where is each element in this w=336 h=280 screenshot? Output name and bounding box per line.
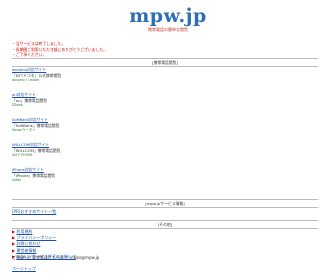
footer-link[interactable]: 利用規約: [16, 229, 32, 234]
site-entry-sub: docomo / i-mode: [12, 78, 39, 82]
site-tagline: 携帯電話の簡単な閲覧: [148, 27, 188, 32]
section-header-mobile: [携帯電話閲覧]: [12, 58, 318, 68]
site-entry-sub: EZweb: [12, 103, 23, 107]
site-entry-sub: Yahoo!ケータイ: [12, 128, 36, 132]
footer-link[interactable]: 運営者情報: [16, 248, 36, 253]
recommend-link[interactable]: [PR]おすすめサイト一覧: [12, 209, 56, 214]
site-entry-sub: AirH" PHONE: [12, 153, 33, 157]
contact-line: ご意見・ご要望等はこちらまで → bbs@mpw.jp: [12, 255, 100, 260]
site-entry: WILLCOM対応サイト 「WILLCOM」携帯電話閲覧 AirH" PHONE: [12, 142, 312, 158]
site-entry: SoftBank対応サイト 「SoftBank」携帯電話閲覧 Yahoo!ケータ…: [12, 117, 312, 133]
link-bullet-icon: ▶: [12, 229, 16, 234]
pagetop-link[interactable]: ページトップ: [12, 266, 36, 271]
link-bullet-icon: ▶: [12, 235, 16, 241]
section-header-others: [その他]: [12, 220, 318, 230]
notice-block: ・当サービスは終了しました。 ・長期間ご利用いただき誠にありがとうございました。…: [12, 41, 312, 58]
footer-link[interactable]: お問い合わせ: [16, 241, 40, 246]
site-entry: au対応サイト 「au」携帯電話閲覧 EZweb: [12, 92, 312, 108]
site-entry: iPhone対応サイト 「iPhone」携帯電話閲覧 Safari: [12, 167, 312, 183]
link-bullet-icon: ▶: [12, 247, 16, 253]
site-logo[interactable]: mpw.jp: [0, 4, 336, 30]
link-bullet-icon: ▶: [12, 241, 16, 247]
site-entry-sub: Safari: [12, 178, 22, 182]
site-entry: docomo対応サイト 「NTTドコモ」公式携帯閲覧 docomo / i-mo…: [12, 67, 312, 83]
footer-link[interactable]: プライバシーポリシー: [16, 235, 56, 240]
section-header-tools: [mpw.jpサービス情報]: [12, 199, 318, 209]
